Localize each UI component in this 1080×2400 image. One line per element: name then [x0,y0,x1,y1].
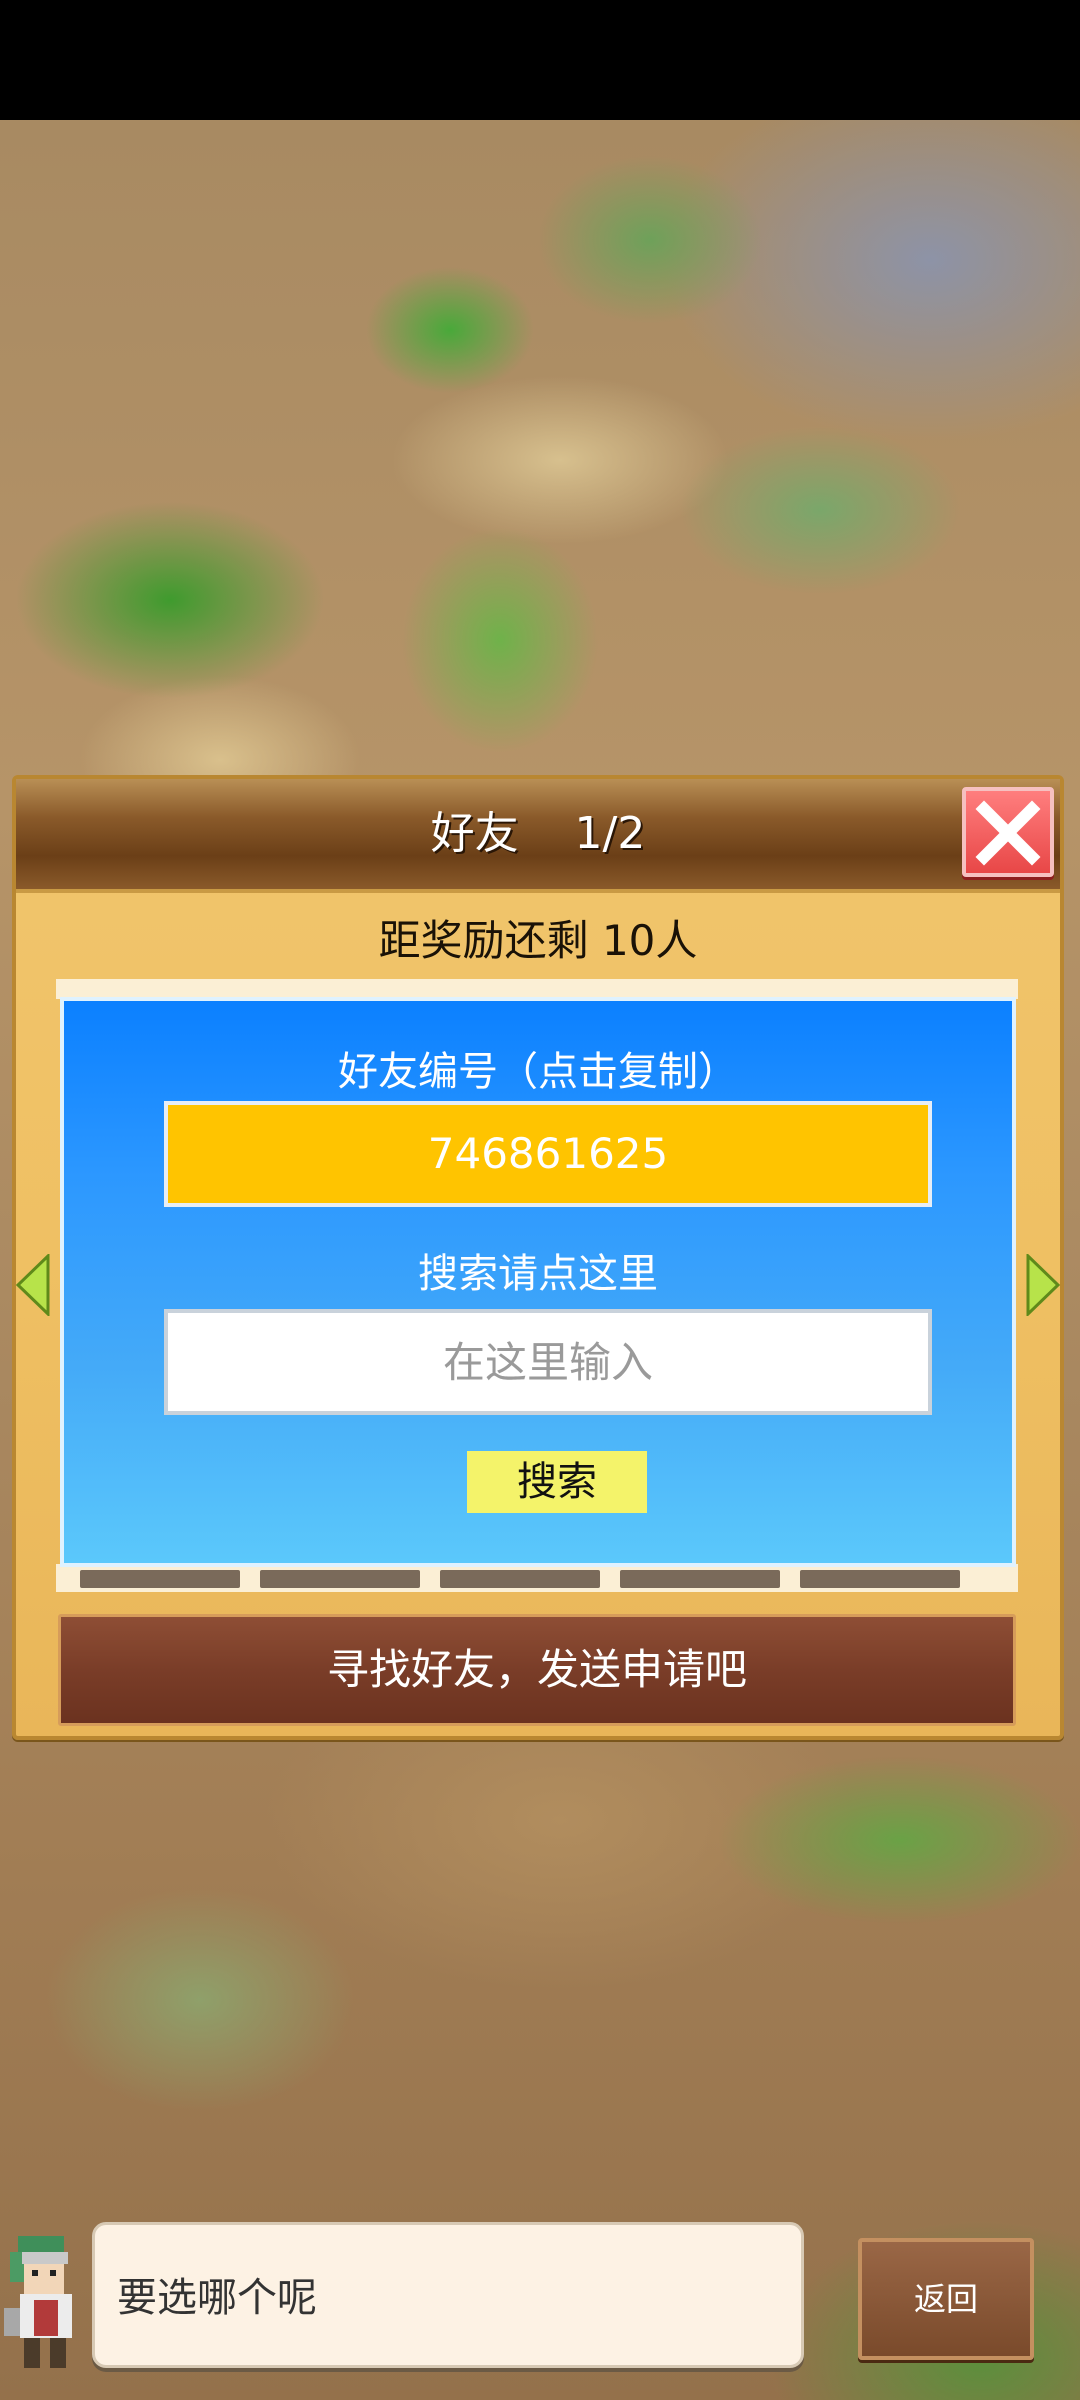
close-icon [975,800,1041,866]
friend-slot[interactable] [80,1570,240,1588]
dialog-title: 好友 1/2 [430,808,646,859]
status-bar [0,0,1080,120]
close-button[interactable] [962,787,1054,877]
friend-grid-bottom-strip [56,1564,1018,1592]
character-avatar-icon [4,2236,72,2368]
friends-dialog: 好友 1/2 距奖励还剩 10人 好友编号（点击复制） 746861625 搜索… [12,775,1064,1740]
reward-progress-text: 距奖励还剩 10人 [378,916,698,965]
dialogue-text: 要选哪个呢 [117,2275,317,2321]
arrow-left-icon[interactable] [14,1254,52,1316]
search-button[interactable]: 搜索 [467,1451,647,1513]
friend-slot[interactable] [440,1570,600,1588]
friend-id-box[interactable]: 746861625 [164,1101,932,1207]
friend-id-label: 好友编号（点击复制） [338,1049,738,1095]
arrow-right-icon[interactable] [1024,1254,1062,1316]
send-request-button[interactable]: 寻找好友，发送申请吧 [58,1614,1016,1726]
search-input[interactable] [164,1309,932,1415]
search-label: 搜索请点这里 [418,1251,658,1297]
friend-grid-top-strip [56,979,1018,999]
back-button[interactable]: 返回 [858,2238,1034,2360]
friend-slot[interactable] [260,1570,420,1588]
friend-slot[interactable] [620,1570,780,1588]
friend-slot[interactable] [800,1570,960,1588]
dialogue-bubble: 要选哪个呢 [92,2222,804,2368]
friend-search-panel: 好友编号（点击复制） 746861625 搜索请点这里 搜索 [60,997,1016,1567]
